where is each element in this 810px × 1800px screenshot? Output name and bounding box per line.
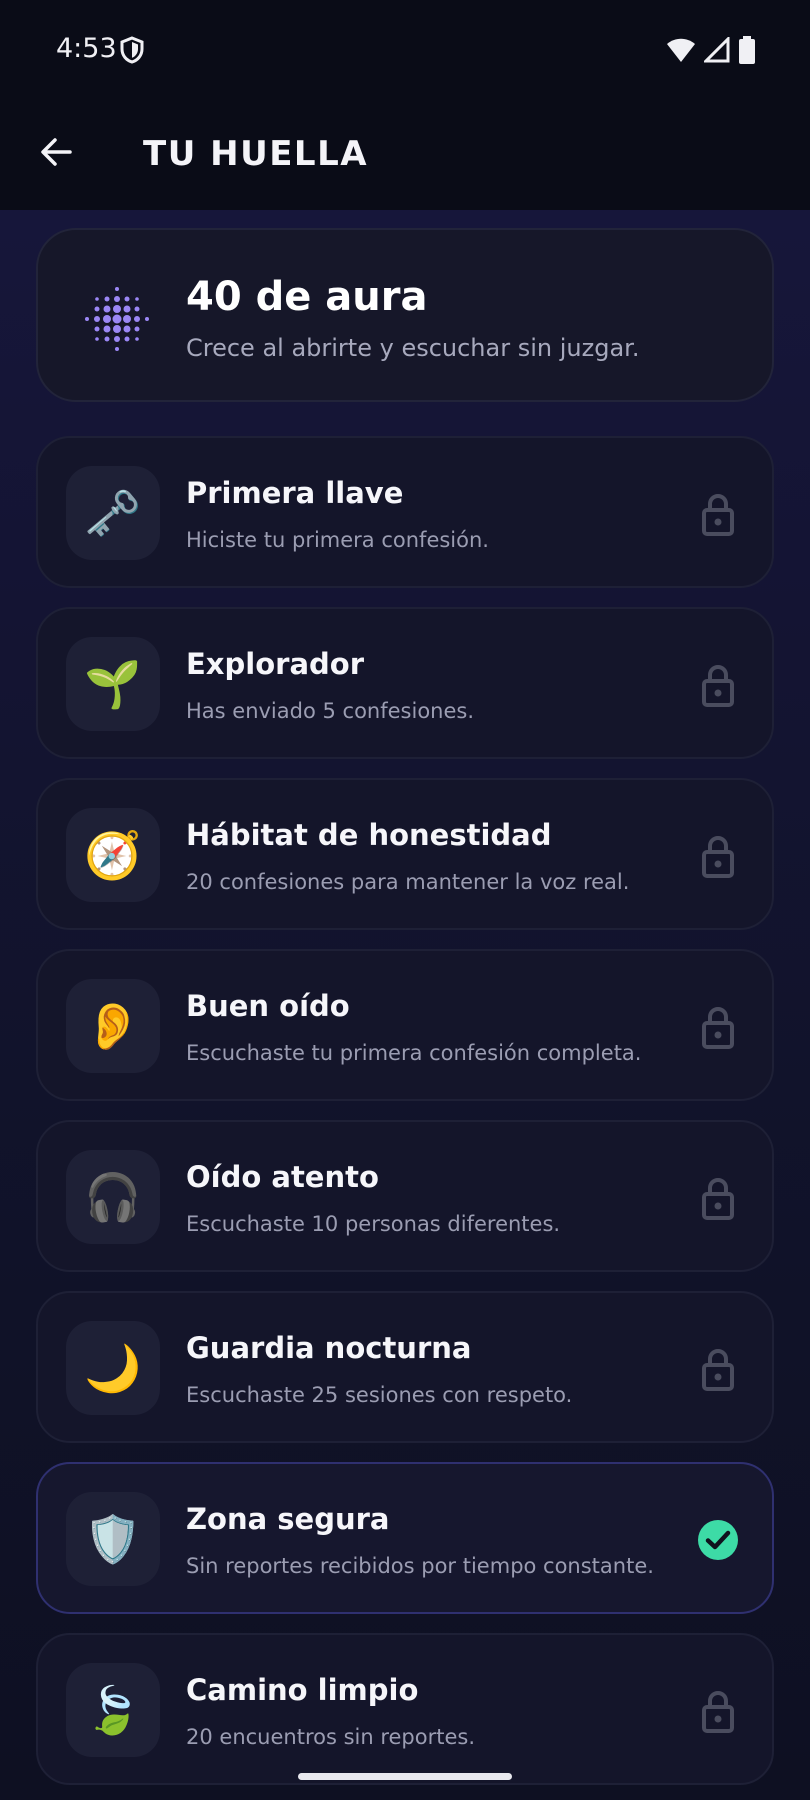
achievement-title: Explorador xyxy=(186,647,364,681)
achievement-title: Primera llave xyxy=(186,476,404,510)
shield-icon xyxy=(120,36,144,64)
lock-icon xyxy=(702,1178,734,1220)
sparkle-dots-icon xyxy=(85,287,149,351)
seedling-icon: 🌱 xyxy=(66,637,160,731)
leaf-icon: 🍃 xyxy=(66,1663,160,1757)
achievement-description: Has enviado 5 confesiones. xyxy=(186,699,475,723)
achievement-card-oido-atento[interactable]: 🎧 Oído atento Escuchaste 10 personas dif… xyxy=(36,1120,774,1272)
achievement-description: Sin reportes recibidos por tiempo consta… xyxy=(186,1554,654,1578)
arrow-left-icon[interactable] xyxy=(36,132,76,172)
lock-icon xyxy=(702,1007,734,1049)
battery-icon xyxy=(739,36,755,64)
achievement-card-habitat-de-honestidad[interactable]: 🧭 Hábitat de honestidad 20 confesiones p… xyxy=(36,778,774,930)
achievement-description: 20 encuentros sin reportes. xyxy=(186,1725,476,1749)
achievement-card-camino-limpio[interactable]: 🍃 Camino limpio 20 encuentros sin report… xyxy=(36,1633,774,1785)
lock-icon xyxy=(702,1349,734,1391)
achievement-card-primera-llave[interactable]: 🗝️ Primera llave Hiciste tu primera conf… xyxy=(36,436,774,588)
achievement-title: Guardia nocturna xyxy=(186,1331,472,1365)
aura-subtitle: Crece al abrirte y escuchar sin juzgar. xyxy=(186,334,640,362)
check-circle-icon xyxy=(698,1520,738,1560)
achievement-description: Escuchaste 25 sesiones con respeto. xyxy=(186,1383,573,1407)
lock-icon xyxy=(702,665,734,707)
page-title: TU HUELLA xyxy=(143,134,369,174)
wifi-icon xyxy=(667,38,695,62)
compass-icon: 🧭 xyxy=(66,808,160,902)
achievement-description: Hiciste tu primera confesión. xyxy=(186,528,489,552)
shield-icon: 🛡️ xyxy=(66,1492,160,1586)
lock-icon xyxy=(702,836,734,878)
achievement-title: Zona segura xyxy=(186,1502,390,1536)
achievement-card-zona-segura[interactable]: 🛡️ Zona segura Sin reportes recibidos po… xyxy=(36,1462,774,1614)
signal-icon xyxy=(704,37,730,63)
achievement-card-explorador[interactable]: 🌱 Explorador Has enviado 5 confesiones. xyxy=(36,607,774,759)
lock-icon xyxy=(702,1691,734,1733)
home-indicator[interactable] xyxy=(298,1773,512,1780)
aura-title: 40 de aura xyxy=(186,274,428,320)
key-icon: 🗝️ xyxy=(66,466,160,560)
aura-card: 40 de aura Crece al abrirte y escuchar s… xyxy=(36,228,774,402)
status-bar: 4:53 xyxy=(0,0,810,100)
headphones-icon: 🎧 xyxy=(66,1150,160,1244)
lock-icon xyxy=(702,494,734,536)
app-bar: TU HUELLA xyxy=(0,100,810,210)
achievement-title: Camino limpio xyxy=(186,1673,419,1707)
achievement-title: Oído atento xyxy=(186,1160,379,1194)
achievement-card-guardia-nocturna[interactable]: 🌙 Guardia nocturna Escuchaste 25 sesione… xyxy=(36,1291,774,1443)
status-time: 4:53 xyxy=(56,33,117,64)
achievement-description: Escuchaste 10 personas diferentes. xyxy=(186,1212,561,1236)
achievement-description: Escuchaste tu primera confesión completa… xyxy=(186,1041,642,1065)
achievements-screen[interactable]: 40 de aura Crece al abrirte y escuchar s… xyxy=(0,210,810,1800)
achievement-description: 20 confesiones para mantener la voz real… xyxy=(186,870,630,894)
achievement-title: Buen oído xyxy=(186,989,350,1023)
achievement-title: Hábitat de honestidad xyxy=(186,818,552,852)
ear-icon: 👂 xyxy=(66,979,160,1073)
moon-icon: 🌙 xyxy=(66,1321,160,1415)
achievement-card-buen-oido[interactable]: 👂 Buen oído Escuchaste tu primera confes… xyxy=(36,949,774,1101)
